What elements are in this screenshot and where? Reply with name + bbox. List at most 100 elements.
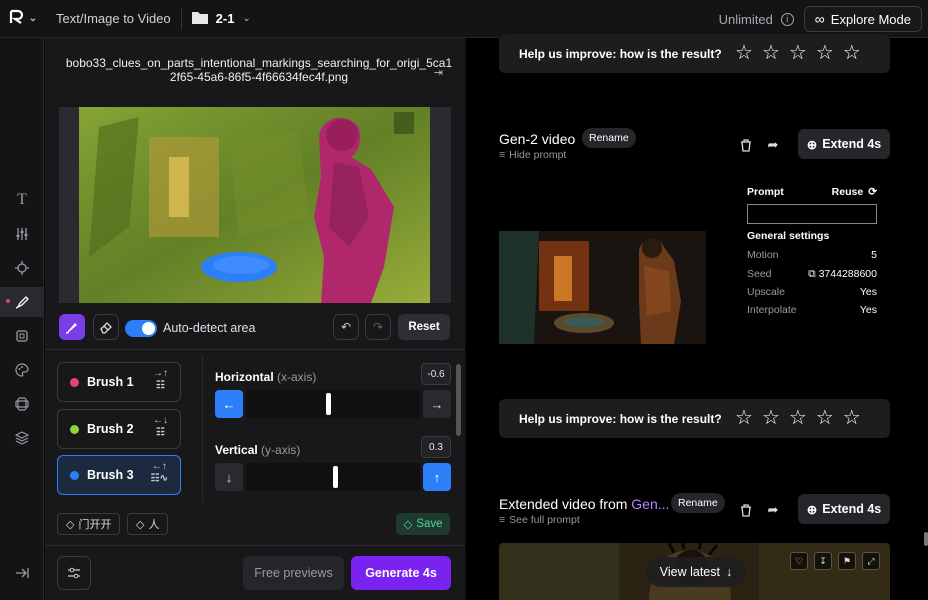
top-bar: ⌄ Text/Image to Video 2-1 ⌄ Unlimited i … [0, 0, 928, 38]
brush-3-item[interactable]: Brush 3 ←↑ ☷∿ [57, 455, 181, 495]
text-icon[interactable]: T [0, 185, 44, 215]
see-full-prompt-link[interactable]: ≡ See full prompt [499, 514, 580, 526]
app-logo-menu[interactable]: ⌄ [0, 0, 46, 38]
star-icon[interactable]: ☆ [735, 408, 753, 428]
arrow-up-button[interactable]: ↑ [423, 463, 451, 491]
undo-button[interactable]: ↶ [333, 314, 359, 340]
star-icon[interactable]: ☆ [843, 43, 861, 63]
rename-button[interactable]: Rename [582, 128, 636, 148]
reset-button[interactable]: Reset [398, 314, 450, 340]
vertical-value-input[interactable]: 0.3 [421, 436, 451, 458]
list-icon: ≡ [499, 149, 506, 161]
fullscreen-icon[interactable]: ⤢ [862, 552, 880, 570]
palette-icon[interactable] [0, 355, 44, 385]
layers-stack-icon[interactable] [0, 389, 44, 419]
star-icon[interactable]: ☆ [735, 43, 753, 63]
star-icon[interactable]: ☆ [816, 43, 834, 63]
setting-row: Seed ⧉ 3744288600 [747, 268, 877, 280]
panel-scrollbar[interactable] [456, 364, 461, 436]
object-chip[interactable]: ◇ 门开开 [57, 513, 121, 535]
trash-icon[interactable] [735, 134, 757, 156]
extend-button[interactable]: ⊕ Extend 4s [798, 129, 890, 159]
redo-button[interactable]: ↷ [365, 314, 391, 340]
brush-1-item[interactable]: Brush 1 →↑ ☷ [57, 362, 181, 402]
share-icon[interactable]: ➦ [762, 499, 784, 521]
reuse-button[interactable]: Reuse ⟳ [832, 186, 877, 198]
star-icon[interactable]: ☆ [789, 43, 807, 63]
view-latest-button[interactable]: View latest ↓ [646, 557, 746, 587]
star-icon[interactable]: ☆ [816, 408, 834, 428]
timer-plus-icon: ⊕ [806, 502, 818, 517]
info-icon[interactable]: i [780, 12, 794, 26]
column-divider [202, 356, 203, 502]
paint-canvas[interactable] [59, 107, 451, 303]
slider-thumb[interactable] [333, 466, 338, 488]
folder-selector[interactable]: 2-1 ⌄ [182, 11, 261, 27]
generate-button[interactable]: Generate 4s [351, 556, 451, 590]
share-icon[interactable]: ➦ [762, 134, 784, 156]
arrow-right-button[interactable]: → [423, 390, 451, 418]
setting-row: Upscale Yes [747, 286, 877, 298]
star-rating[interactable]: ☆ ☆ ☆ ☆ ☆ [735, 408, 861, 428]
brush-color-dot [70, 470, 79, 480]
prompt-image-thumbnail [747, 204, 877, 224]
rating-bar: Help us improve: how is the result? ☆ ☆ ☆ ☆… [499, 34, 890, 73]
brush-label: Brush 1 [87, 375, 134, 389]
flag-icon[interactable]: ⚑ [838, 552, 856, 570]
prompt-label: Prompt [747, 186, 784, 198]
horizontal-axis-control: Horizontal (x-axis) -0.6 ← → [215, 363, 451, 418]
active-indicator [6, 299, 10, 303]
extend-button[interactable]: ⊕ Extend 4s [798, 494, 890, 524]
paintbrush-icon [65, 323, 77, 334]
vertical-track[interactable] [246, 463, 420, 491]
object-chip[interactable]: ◇ 人 [127, 513, 169, 535]
settings-button[interactable] [57, 556, 91, 590]
star-icon[interactable]: ☆ [843, 408, 861, 428]
source-video-link[interactable]: Gen... [631, 496, 669, 512]
hide-prompt-link[interactable]: ≡ Hide prompt [499, 149, 566, 161]
layers-icon: ◇ [136, 518, 145, 531]
horizontal-value-input[interactable]: -0.6 [421, 363, 451, 385]
copy-icon[interactable]: ⧉ [808, 268, 818, 280]
brush-2-item[interactable]: Brush 2 ←↓ ☷ [57, 409, 181, 449]
horizontal-track[interactable] [246, 390, 420, 418]
expand-arrow-icon[interactable]: ⇥ [434, 66, 443, 79]
layers-icon[interactable] [0, 423, 44, 453]
rename-button[interactable]: Rename [671, 493, 725, 513]
motion-brush-panel: bobo33_clues_on_parts_intentional_markin… [45, 38, 465, 600]
heart-icon[interactable]: ♡ [790, 552, 808, 570]
plan-label: Unlimited [718, 11, 773, 27]
video-thumbnail[interactable] [499, 231, 706, 344]
image-filename: bobo33_clues_on_parts_intentional_markin… [65, 56, 453, 84]
sliders-icon[interactable] [0, 219, 44, 249]
explore-mode-button[interactable]: ∞ Explore Mode [803, 6, 922, 32]
horizontal-slider: ← → [215, 390, 451, 418]
video-title: Extended video from Gen... [499, 496, 670, 512]
brush-toolbar: Auto-detect area ↶ ↷ Reset [59, 314, 451, 342]
arrow-down-button[interactable]: ↓ [215, 463, 243, 491]
download-icon[interactable]: ↧ [814, 552, 832, 570]
eraser-tool-button[interactable] [93, 314, 119, 340]
feed-scrollbar[interactable] [924, 532, 928, 546]
frame-icon[interactable] [0, 321, 44, 351]
camera-motion-icon[interactable] [0, 253, 44, 283]
timer-plus-icon: ⊕ [806, 137, 818, 152]
motion-direction-icon: ←↓ ☷ [153, 415, 168, 438]
motion-brush-icon[interactable] [0, 287, 44, 317]
star-rating[interactable]: ☆ ☆ ☆ ☆ ☆ [735, 43, 861, 63]
refresh-icon: ⟳ [868, 186, 877, 198]
collapse-icon[interactable] [0, 558, 44, 588]
brush-tool-button[interactable] [59, 314, 85, 340]
star-icon[interactable]: ☆ [762, 43, 780, 63]
free-previews-button[interactable]: Free previews [243, 556, 344, 590]
arrow-left-button[interactable]: ← [215, 390, 243, 418]
star-icon[interactable]: ☆ [762, 408, 780, 428]
slider-thumb[interactable] [326, 393, 331, 415]
auto-detect-toggle[interactable] [125, 320, 157, 337]
trash-icon[interactable] [735, 499, 757, 521]
chevron-down-icon: ⌄ [242, 13, 251, 24]
star-icon[interactable]: ☆ [789, 408, 807, 428]
redo-icon: ↷ [372, 320, 384, 334]
motion-direction-icon: ←↑ ☷∿ [150, 461, 168, 484]
save-button[interactable]: ◇ Save [396, 513, 450, 535]
